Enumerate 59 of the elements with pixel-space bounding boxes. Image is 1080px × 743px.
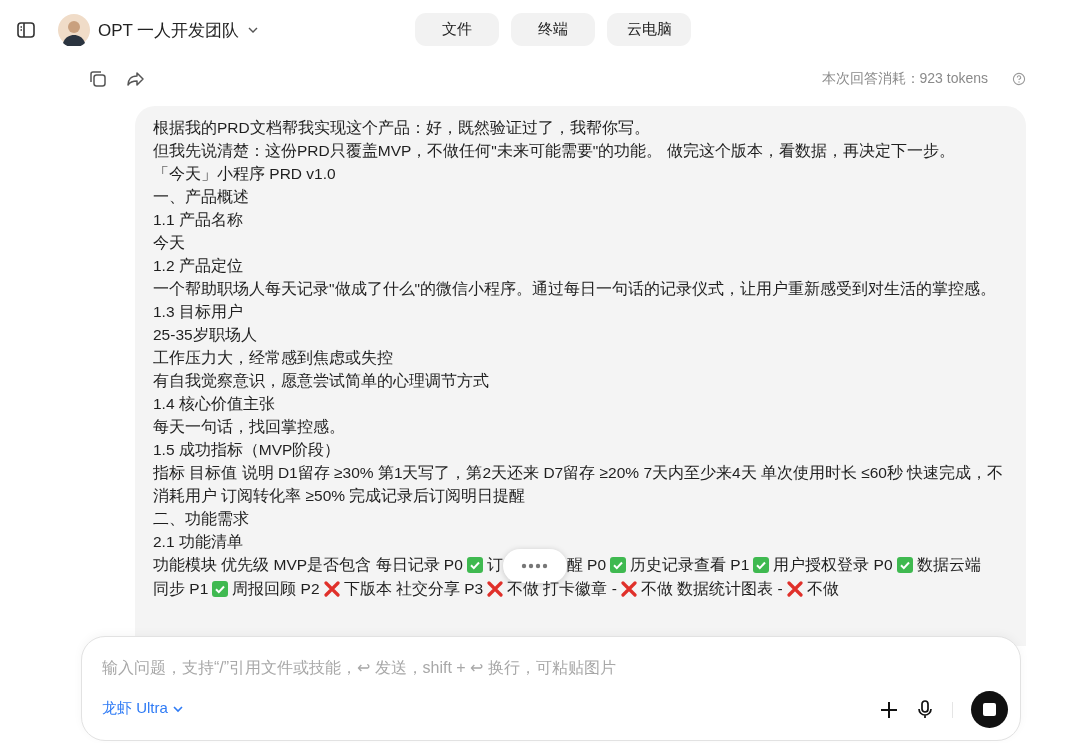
stop-icon [983,703,996,716]
message-text: 不做 [806,579,839,597]
plus-icon[interactable] [880,700,898,719]
share-icon[interactable] [126,69,146,89]
message-text: 订 [486,556,503,573]
message-text: 工作压力大，经常感到焦虑或失控 [153,348,394,368]
message-text: 功能模块 优先级 MVP是否包含 每日记录 P0 [153,556,463,573]
message-text: 1.1 产品名称 [153,210,244,230]
message-text: 数据云端 [916,556,981,573]
message-input[interactable]: 输入问题，支持“/”引用文件或技能，↩ 发送，shift + ↩ 换行，可粘贴图片 [102,655,982,681]
model-selector[interactable]: 龙虾 Ultra [102,699,184,718]
message-text: 一、产品概述 [153,187,250,207]
avatar [58,14,90,46]
cross-icon [323,580,340,597]
message-text: 1.4 核心价值主张 [153,394,276,414]
message-text: 同步 P1 [153,579,209,597]
message-text: 2.1 功能清单 [153,532,244,552]
check-icon [212,580,229,597]
message-text: 1.2 产品定位 [153,256,244,276]
message-text: 用户授权登录 P0 [773,556,893,573]
message-text: 今天 [153,233,186,253]
message-text: 25-35岁职场人 [153,325,258,345]
chevron-down-icon[interactable] [247,25,260,35]
message-text: 1.3 目标用户 [153,302,244,322]
copy-icon[interactable] [88,69,108,89]
message-text: 下版本 社交分享 P3 [343,579,484,597]
message-text: 历史记录查看 P1 [630,556,750,573]
token-usage: 本次回答消耗：923 tokens [821,70,988,88]
tab-button[interactable]: 云电脑 [607,13,691,46]
cross-icon [487,580,504,597]
message-text: 指标 目标值 说明 D1留存 ≥30% 第1天写了，第2天还来 D7留存 ≥20% 7天内至少来4天 单次使用时长 ≤60秒 快速完成，不消耗用户 订阅转化率 ≥50% 完成记录后订阅明日提醒 [153,463,1005,506]
cross-icon [786,580,803,597]
tab-button[interactable]: 终端 [511,13,595,46]
chevron-down-icon [171,703,184,714]
help-icon[interactable] [1012,72,1026,86]
tab-button[interactable]: 文件 [415,13,499,46]
message-text: 不做 打卡徽章 - [507,579,617,597]
cross-icon [620,580,637,597]
check-icon [610,557,627,573]
message-text: 醒 P0 [566,556,607,573]
message-text: 周报回顾 P2 [232,579,320,597]
message-text: 不做 数据统计图表 - [640,579,783,597]
dots-icon [521,562,549,569]
check-icon [896,557,913,573]
check-icon [753,557,770,573]
message-text: 1.5 成功指标（MVP阶段） [153,440,342,460]
message-text: 「今天」小程序 PRD v1.0 [153,164,337,184]
message-text: 但我先说清楚：这份PRD只覆盖MVP，不做任何"未来可能需要"的功能。 做完这个版本，看数据，再决定下一步。 [153,141,956,161]
check-icon [466,557,483,573]
message-text: 二、功能需求 [153,509,250,529]
sidebar-toggle-icon[interactable] [16,20,36,40]
microphone-icon[interactable] [916,700,934,719]
stop-button[interactable] [971,691,1008,728]
team-name[interactable]: OPT 一人开发团队 [98,18,240,42]
message-text: 一个帮助职场人每天记录"做成了什么"的微信小程序。通过每日一句话的记录仪式，让用户重新感受到对生活的掌控感。 [153,279,997,299]
message-text: 有自我觉察意识，愿意尝试简单的心理调节方式 [153,371,490,391]
message-text: 每天一句话，找回掌控感。 [153,417,346,437]
message-text: 根据我的PRD文档帮我实现这个产品：好，既然验证过了，我帮你写。 [153,118,651,138]
drag-handle[interactable] [502,548,567,583]
